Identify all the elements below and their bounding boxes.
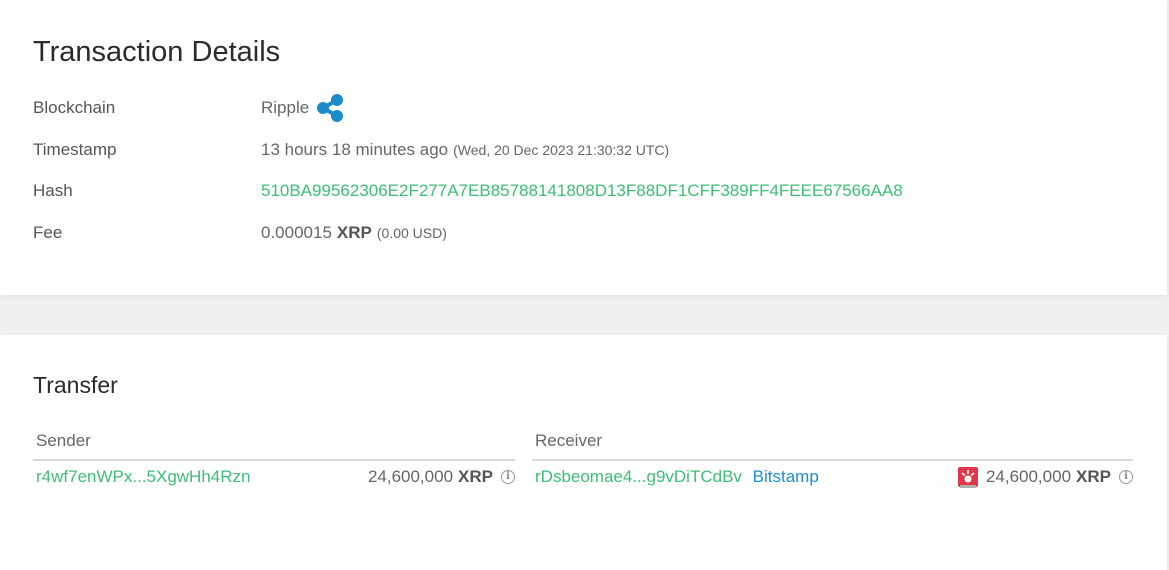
sender-address-link[interactable]: r4wf7enWPx...5XgwHh4Rzn: [36, 467, 250, 487]
info-icon[interactable]: i: [501, 470, 515, 484]
receiver-amount: 24,600,000: [985, 467, 1072, 486]
transaction-details-card: Transaction Details Blockchain Ripple Ti…: [0, 0, 1167, 295]
fee-label: Fee: [33, 223, 63, 242]
sender-header: Sender: [33, 431, 515, 461]
blockchain-row: Blockchain Ripple: [33, 93, 345, 123]
timestamp-relative: 13 hours 18 minutes ago: [261, 140, 449, 159]
timestamp-absolute: (Wed, 20 Dec 2023 21:30:32 UTC): [453, 142, 670, 158]
timestamp-label: Timestamp: [33, 140, 117, 159]
receiver-address-group: rDsbeomae4...g9vDiTCdBv Bitstamp: [535, 467, 819, 487]
receiver-amount-group: 24,600,000 XRP i: [956, 465, 1133, 489]
blockchain-label: Blockchain: [33, 98, 116, 117]
siren-icon: [956, 465, 980, 489]
hash-row: Hash 510BA99562306E2F277A7EB85788141808D…: [33, 179, 903, 203]
sender-row: r4wf7enWPx...5XgwHh4Rzn 24,600,000 XRP i: [33, 461, 515, 493]
sender-column: Sender r4wf7enWPx...5XgwHh4Rzn 24,600,00…: [33, 431, 515, 493]
receiver-header: Receiver: [532, 431, 1133, 461]
hash-value-group: 510BA99562306E2F277A7EB85788141808D13F88…: [261, 181, 903, 201]
transfer-card: Transfer Sender r4wf7enWPx...5XgwHh4Rzn …: [0, 335, 1167, 570]
timestamp-row: Timestamp 13 hours 18 minutes ago (Wed, …: [33, 138, 669, 162]
fee-row: Fee 0.000015 XRP (0.00 USD): [33, 221, 447, 245]
transfer-title: Transfer: [33, 372, 118, 398]
blockchain-value-group: Ripple: [261, 93, 345, 123]
sender-amount: 24,600,000: [367, 467, 454, 486]
fee-fiat: (0.00 USD): [376, 225, 447, 241]
receiver-row: rDsbeomae4...g9vDiTCdBv Bitstamp 24,600,…: [532, 461, 1133, 493]
receiver-tag-link[interactable]: Bitstamp: [753, 467, 819, 486]
receiver-column: Receiver rDsbeomae4...g9vDiTCdBv Bitstam…: [532, 431, 1133, 493]
ripple-logo-icon: [315, 93, 345, 123]
fee-unit: XRP: [336, 223, 372, 242]
fee-amount: 0.000015: [261, 223, 332, 242]
sender-amount-group: 24,600,000 XRP i: [368, 467, 515, 487]
fee-value-group: 0.000015 XRP (0.00 USD): [261, 223, 447, 243]
page-title: Transaction Details: [33, 36, 281, 68]
hash-label: Hash: [33, 181, 73, 200]
receiver-address-link[interactable]: rDsbeomae4...g9vDiTCdBv: [535, 467, 742, 486]
hash-link[interactable]: 510BA99562306E2F277A7EB85788141808D13F88…: [261, 181, 903, 201]
blockchain-value: Ripple: [261, 98, 310, 117]
receiver-unit: XRP: [1076, 467, 1111, 486]
sender-unit: XRP: [458, 467, 493, 486]
info-icon[interactable]: i: [1119, 470, 1133, 484]
timestamp-value-group: 13 hours 18 minutes ago (Wed, 20 Dec 202…: [261, 140, 669, 160]
